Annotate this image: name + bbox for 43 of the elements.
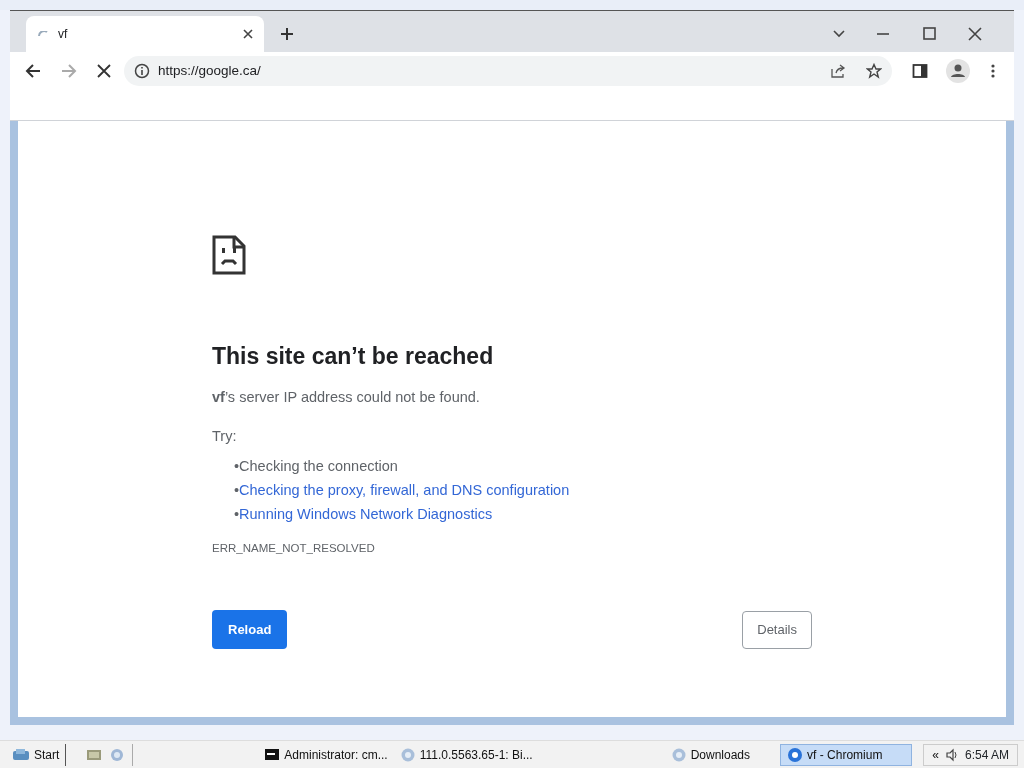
- clock-time: 6:54 AM: [964, 746, 1009, 764]
- stop-icon[interactable]: [96, 63, 112, 79]
- menu-icon[interactable]: [990, 63, 996, 79]
- star-icon[interactable]: [866, 63, 882, 79]
- suggestion-text: Checking the connection: [239, 458, 398, 475]
- globe-icon: [399, 746, 416, 763]
- error-heading: This site can’t be reached: [212, 343, 494, 371]
- share-icon[interactable]: [830, 63, 846, 79]
- globe-icon: [670, 746, 687, 763]
- address-bar[interactable]: https://google.ca/: [124, 56, 892, 86]
- tab-title: vf: [58, 26, 69, 43]
- side-panel-icon[interactable]: [912, 63, 928, 79]
- suggestion-link[interactable]: Running Windows Network Diagnostics: [239, 506, 493, 523]
- sad-page-icon: [212, 235, 246, 275]
- taskbar-button[interactable]: Downloads: [664, 743, 757, 766]
- desktop-icon[interactable]: [86, 747, 103, 762]
- speaker-icon[interactable]: [944, 747, 959, 762]
- close-icon[interactable]: [242, 28, 254, 40]
- bullet: •: [234, 482, 240, 499]
- start-button[interactable]: Start: [6, 743, 67, 766]
- reload-button[interactable]: Reload: [212, 610, 288, 649]
- back-icon[interactable]: [24, 62, 42, 80]
- profile-icon[interactable]: [946, 59, 970, 83]
- suggestion-link[interactable]: Checking the proxy, firewall, and DNS configuration: [239, 482, 570, 499]
- bullet: •: [234, 506, 240, 523]
- taskbar-button[interactable]: vf - Chromium: [780, 743, 913, 766]
- error-message: vf’s server IP address could not be found.: [212, 387, 480, 407]
- globe-icon: [787, 746, 804, 763]
- info-icon[interactable]: [134, 63, 150, 79]
- maximize-icon[interactable]: [922, 27, 936, 41]
- url-text: https://google.ca/: [158, 61, 262, 80]
- error-code: ERR_NAME_NOT_RESOLVED: [212, 541, 375, 557]
- taskbar-button[interactable]: Administrator: cm...: [258, 743, 394, 766]
- taskbar-button[interactable]: 111.0.5563.65-1: Bi...: [393, 743, 539, 766]
- details-button[interactable]: Details: [742, 611, 812, 649]
- new-tab-icon[interactable]: [280, 27, 294, 41]
- computer-icon: [12, 747, 30, 762]
- browser-tab[interactable]: vf: [26, 16, 264, 52]
- bullet: •: [234, 458, 240, 475]
- tray-toggle[interactable]: «: [932, 743, 939, 766]
- try-label: Try:: [212, 427, 237, 447]
- close-icon[interactable]: [968, 27, 982, 41]
- console-icon: [264, 746, 281, 763]
